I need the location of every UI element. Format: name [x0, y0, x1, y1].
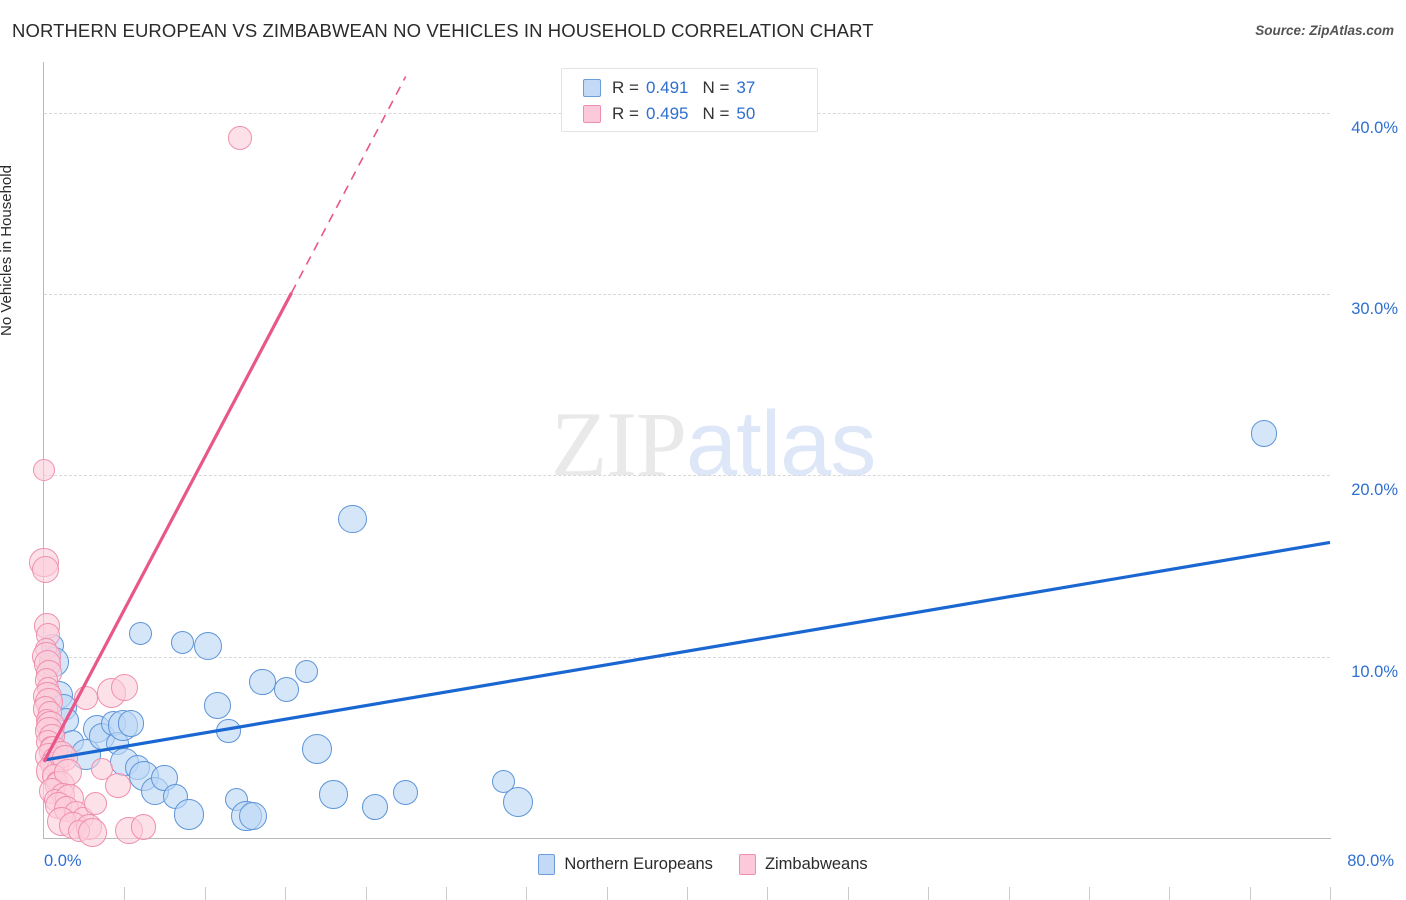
- gridline-10: [44, 656, 1330, 658]
- scatter-point[interactable]: [33, 458, 55, 481]
- scatter-point[interactable]: [110, 673, 139, 702]
- source-attribution: Source: ZipAtlas.com: [1255, 23, 1394, 38]
- r-label-blue: R =: [612, 78, 639, 97]
- n-value-blue: 37: [736, 78, 756, 97]
- scatter-point[interactable]: [238, 802, 268, 831]
- stats-row-zimbabweans: R = 0.495 N = 50: [562, 101, 817, 127]
- x-tick-45: [767, 887, 769, 900]
- x-axis-line: [43, 838, 1331, 839]
- stats-text-blue: R = 0.491 N = 37: [612, 78, 755, 98]
- scatter-point[interactable]: [130, 814, 157, 840]
- x-tick-5: [124, 887, 126, 900]
- correlation-chart: NORTHERN EUROPEAN VS ZIMBABWEAN NO VEHIC…: [0, 0, 1406, 900]
- scatter-point[interactable]: [294, 659, 318, 683]
- y-tick-label-10: 10.0%: [1351, 662, 1398, 681]
- stats-text-pink: R = 0.495 N = 50: [612, 104, 755, 124]
- plot-area: [29, 62, 1331, 900]
- scatter-point[interactable]: [503, 786, 534, 817]
- x-tick-60: [1008, 887, 1010, 900]
- x-tick-40: [687, 887, 688, 900]
- chart-header: NORTHERN EUROPEAN VS ZIMBABWEAN NO VEHIC…: [0, 0, 1406, 52]
- y-tick-label-30: 30.0%: [1351, 300, 1398, 319]
- scatter-point[interactable]: [228, 126, 252, 151]
- stats-swatch-pink: [583, 105, 601, 123]
- legend-item-northern-europeans[interactable]: Northern Europeans: [538, 853, 713, 875]
- x-tick-65: [1088, 887, 1090, 900]
- n-label-blue: N =: [702, 78, 730, 97]
- scatter-point[interactable]: [77, 817, 107, 848]
- scatter-point[interactable]: [83, 791, 108, 816]
- legend-swatch-northern-europeans: [538, 853, 556, 875]
- x-tick-15: [285, 887, 287, 900]
- scatter-point[interactable]: [319, 780, 348, 809]
- y-tick-label-40: 40.0%: [1351, 118, 1398, 137]
- x-tick-30: [526, 887, 528, 900]
- r-label-pink: R =: [612, 104, 639, 123]
- scatter-point[interactable]: [274, 676, 300, 702]
- scatter-point[interactable]: [302, 734, 333, 765]
- scatter-point[interactable]: [128, 621, 152, 645]
- x-tick-70: [1169, 887, 1171, 900]
- legend-item-zimbabweans[interactable]: Zimbabweans: [738, 853, 868, 875]
- y-tick-label-20: 20.0%: [1351, 481, 1398, 500]
- legend-label-zimbabweans: Zimbabweans: [764, 854, 868, 873]
- y-axis-title: No Vehicles in Household: [0, 165, 15, 336]
- scatter-point[interactable]: [73, 686, 98, 711]
- correlation-stats-box: R = 0.491 N = 37 R = 0.495 N = 50: [561, 68, 818, 132]
- scatter-point[interactable]: [105, 772, 131, 799]
- x-tick-50: [847, 887, 849, 900]
- n-label-pink: N =: [702, 104, 730, 123]
- n-value-pink: 50: [736, 104, 756, 123]
- x-tick-10: [204, 887, 206, 900]
- scatter-point[interactable]: [216, 718, 242, 744]
- stats-swatch-blue: [583, 79, 601, 97]
- scatter-point[interactable]: [393, 780, 419, 806]
- scatter-point[interactable]: [173, 799, 204, 830]
- r-value-blue: 0.491: [645, 78, 689, 97]
- scatter-point[interactable]: [1250, 420, 1278, 447]
- legend-swatch-zimbabweans: [738, 853, 756, 875]
- scatter-point[interactable]: [31, 555, 60, 584]
- scatter-point[interactable]: [170, 630, 194, 654]
- scatter-point[interactable]: [249, 668, 276, 696]
- x-tick-35: [606, 887, 608, 900]
- series-legend: Northern Europeans Zimbabweans: [0, 849, 1406, 879]
- scatter-point[interactable]: [193, 631, 223, 660]
- x-tick-25: [445, 887, 447, 900]
- scatter-point[interactable]: [338, 504, 367, 534]
- scatter-point[interactable]: [117, 710, 145, 738]
- x-tick-55: [928, 887, 930, 900]
- gridline-30: [44, 294, 1330, 296]
- r-value-pink: 0.495: [645, 104, 689, 123]
- x-tick-20: [365, 887, 367, 900]
- stats-row-northern-europeans: R = 0.491 N = 37: [562, 75, 817, 101]
- x-tick-75: [1249, 887, 1251, 900]
- scatter-point[interactable]: [361, 793, 389, 821]
- scatter-point[interactable]: [204, 692, 231, 719]
- x-tick-80: [1330, 887, 1331, 900]
- page-title: NORTHERN EUROPEAN VS ZIMBABWEAN NO VEHIC…: [12, 20, 874, 41]
- gridline-20: [44, 475, 1330, 477]
- legend-label-northern-europeans: Northern Europeans: [564, 854, 713, 873]
